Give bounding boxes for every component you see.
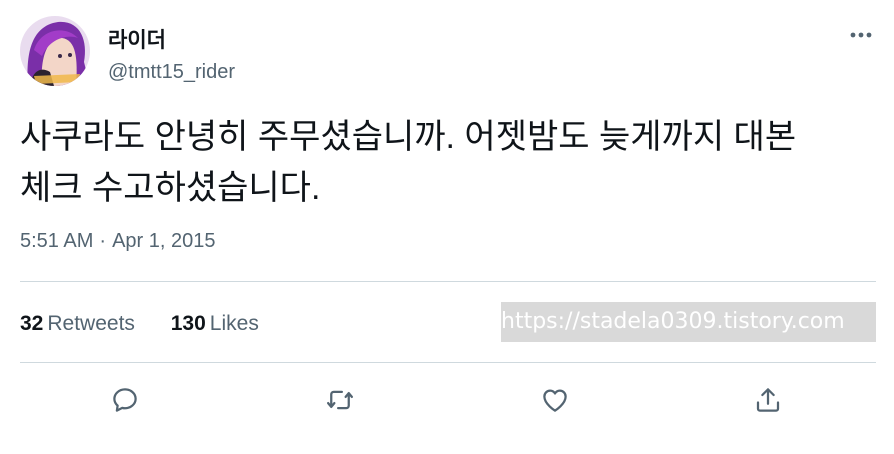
more-options-button[interactable] <box>846 20 876 50</box>
heart-icon <box>543 389 567 412</box>
watermark: https://stadela0309.tistory.com <box>501 302 876 342</box>
tweet-date: Apr 1, 2015 <box>112 230 216 252</box>
tweet-text-line-1: 사쿠라도 안녕히 주무셨습니까. 어젯밤도 늦게까지 대본 <box>20 118 797 156</box>
share-icon <box>756 388 780 412</box>
author-display-name[interactable]: 라이더 <box>108 24 166 54</box>
avatar-image <box>20 16 90 86</box>
likes-stat[interactable]: 130 Likes <box>171 312 259 336</box>
divider-top <box>20 281 876 282</box>
like-button[interactable] <box>537 382 573 418</box>
retweet-button[interactable] <box>322 382 358 418</box>
more-horizontal-icon <box>850 32 872 38</box>
likes-label: Likes <box>209 312 259 335</box>
avatar[interactable] <box>20 16 90 86</box>
author-handle[interactable]: @tmtt15_rider <box>108 61 235 84</box>
retweet-icon <box>327 390 353 410</box>
likes-count: 130 <box>170 312 206 335</box>
reply-button[interactable] <box>107 382 143 418</box>
tweet-stats: 32 Retweets 130 Likes <box>20 312 289 336</box>
share-button[interactable] <box>750 382 786 418</box>
divider-bottom <box>20 362 876 363</box>
retweets-count: 32 <box>20 312 44 335</box>
reply-icon <box>113 388 137 412</box>
tweet-time: 5:51 AM <box>20 230 94 252</box>
retweets-label: Retweets <box>47 312 135 335</box>
meta-separator: · <box>99 230 107 252</box>
tweet-text-line-2: 체크 수고하셨습니다. <box>20 169 321 207</box>
retweets-stat[interactable]: 32 Retweets <box>20 312 135 336</box>
tweet-timestamp[interactable]: 5:51 AM · Apr 1, 2015 <box>20 230 215 253</box>
tweet-text: 사쿠라도 안녕히 주무셨습니까. 어젯밤도 늦게까지 대본 체크 수고하셨습니다… <box>20 112 880 214</box>
